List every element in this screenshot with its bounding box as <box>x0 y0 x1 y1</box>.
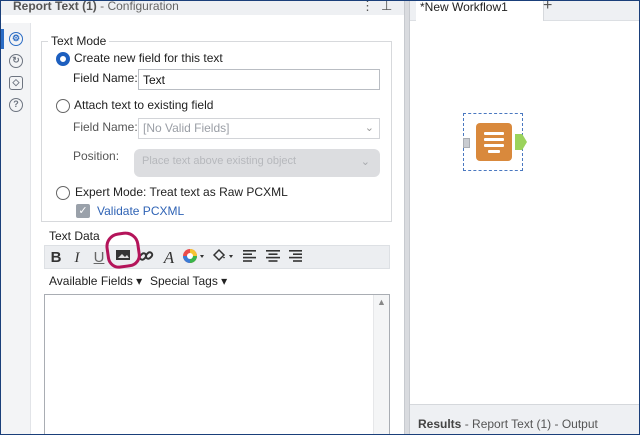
validate-pcxml-checkbox[interactable]: ✓ <box>76 204 90 218</box>
create-field-radio[interactable] <box>56 52 70 66</box>
field-name-input[interactable] <box>138 69 380 90</box>
panel-header: Report Text (1) - Configuration ⋮ ⊥ <box>1 1 404 15</box>
report-text-tool[interactable] <box>463 113 527 171</box>
document-tab-strip: *New Workflow1 + <box>410 1 639 21</box>
results-separator: - <box>461 417 473 431</box>
pin-icon[interactable]: ⊥ <box>381 1 392 14</box>
attach-field-label: Attach text to existing field <box>74 98 214 112</box>
panel-title: Report Text (1) - Configuration <box>13 0 179 13</box>
tab-label: *New Workflow1 <box>420 0 508 14</box>
text-data-legend: Text Data <box>49 229 100 243</box>
text-mode-legend: Text Mode <box>48 34 110 48</box>
underline-button[interactable]: U <box>93 248 105 268</box>
expert-mode-radio[interactable] <box>56 186 70 200</box>
available-fields-label: Available Fields <box>49 274 133 288</box>
chevron-down-icon: ⌄ <box>360 156 370 168</box>
create-field-label: Create new field for this text <box>74 51 223 65</box>
tab-new-workflow[interactable]: *New Workflow1 <box>416 1 544 21</box>
app-window: Report Text (1) - Configuration ⋮ ⊥ ⚙ ↻ … <box>0 0 640 435</box>
editor-scrollbar[interactable]: ▲ <box>373 295 389 434</box>
icon-line <box>484 138 504 141</box>
align-left-icon <box>243 250 256 262</box>
insert-image-button[interactable] <box>115 248 131 268</box>
icon-line <box>484 144 504 147</box>
add-tab-button[interactable]: + <box>543 1 552 15</box>
panel-title-tool: Report Text (1) <box>13 0 97 13</box>
icon-line <box>484 132 504 135</box>
tag-icon[interactable]: ◇ <box>9 76 23 90</box>
caret-down-icon: ▾ <box>221 274 228 288</box>
report-text-icon <box>476 123 512 161</box>
insert-link-button[interactable] <box>138 248 154 268</box>
results-bar[interactable]: Results - Report Text (1) - Output <box>410 404 639 434</box>
align-center-icon <box>266 250 280 262</box>
connections-icon[interactable]: ↻ <box>9 54 23 68</box>
special-tags-dropdown[interactable]: Special Tags ▾ <box>150 274 227 288</box>
italic-button[interactable]: I <box>71 248 83 268</box>
help-icon[interactable]: ? <box>9 98 23 112</box>
side-rail: ⚙ ↻ ◇ ? <box>1 23 31 434</box>
results-detail: Report Text (1) - Output <box>472 417 598 431</box>
text-color-button[interactable] <box>182 248 206 268</box>
position-label: Position: <box>73 149 120 163</box>
paint-bucket-icon <box>212 248 233 262</box>
link-icon <box>138 251 154 261</box>
position-select-value: Place text above existing object <box>142 155 297 167</box>
attach-field-select-value: [No Valid Fields] <box>143 121 230 135</box>
gear-icon[interactable]: ⚙ <box>9 32 23 46</box>
text-editor[interactable]: ▲ <box>44 294 390 434</box>
configuration-panel: Report Text (1) - Configuration ⋮ ⊥ ⚙ ↻ … <box>1 1 404 434</box>
available-fields-dropdown[interactable]: Available Fields ▾ <box>49 274 142 288</box>
panel-title-section: Configuration <box>107 0 179 13</box>
field-name-label: Field Name: <box>73 71 138 85</box>
insert-toolbar: Available Fields ▾ Special Tags ▾ <box>44 271 390 293</box>
rail-active-indicator <box>1 29 4 49</box>
expert-mode-label: Expert Mode: Treat text as Raw PCXML <box>75 185 288 199</box>
results-label: Results <box>418 417 462 431</box>
scroll-up-icon[interactable]: ▲ <box>377 297 386 307</box>
color-wheel-icon <box>183 249 204 263</box>
position-select[interactable]: Place text above existing object ⌄ <box>134 149 380 177</box>
attach-field-select[interactable]: [No Valid Fields] ⌄ <box>138 118 380 139</box>
input-anchor[interactable] <box>463 138 470 148</box>
image-icon <box>116 250 130 260</box>
align-left-button[interactable] <box>243 248 257 268</box>
special-tags-label: Special Tags <box>150 274 218 288</box>
fill-color-button[interactable] <box>211 248 235 268</box>
attach-field-radio[interactable] <box>56 99 70 113</box>
results-text: Results - Report Text (1) - Output <box>418 417 598 431</box>
align-right-button[interactable] <box>289 248 303 268</box>
align-center-button[interactable] <box>266 248 280 268</box>
validate-pcxml-label: Validate PCXML <box>97 204 185 218</box>
workflow-canvas[interactable]: *New Workflow1 + Results - Report Text (… <box>410 1 639 434</box>
align-right-icon <box>289 250 302 262</box>
icon-line <box>488 150 500 153</box>
caret-down-icon: ▾ <box>136 274 143 288</box>
more-vertical-icon[interactable]: ⋮ <box>361 1 374 14</box>
panel-title-separator: - <box>96 0 108 13</box>
output-anchor[interactable] <box>515 134 527 150</box>
bold-button[interactable]: B <box>49 248 63 268</box>
attach-field-name-label: Field Name: <box>73 120 138 134</box>
formatting-toolbar: B I U A <box>44 245 390 269</box>
font-button[interactable]: A <box>161 248 177 268</box>
chevron-down-icon: ⌄ <box>364 122 374 134</box>
